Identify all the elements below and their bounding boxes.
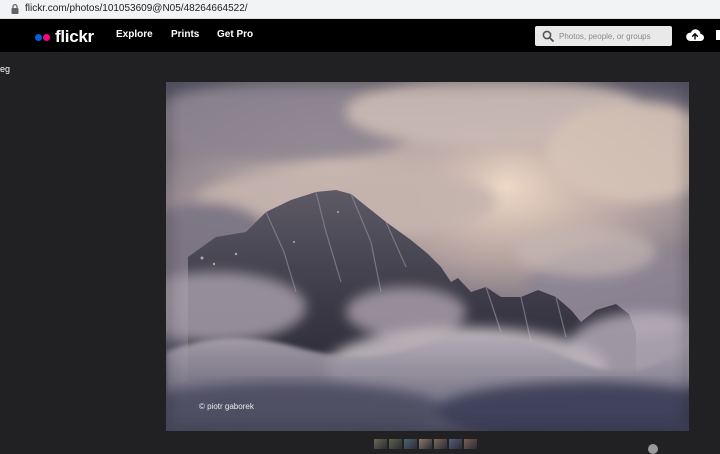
upload-cloud-icon[interactable] xyxy=(685,27,705,43)
logo-pink-dot xyxy=(43,33,50,41)
nav-overflow-item[interactable] xyxy=(716,30,720,40)
search-box[interactable] xyxy=(535,26,672,46)
nav-explore[interactable]: Explore xyxy=(116,29,153,40)
search-icon xyxy=(542,30,554,42)
filmstrip-thumb[interactable] xyxy=(419,439,432,449)
filmstrip-thumb[interactable] xyxy=(374,439,387,449)
filmstrip-thumb[interactable] xyxy=(404,439,417,449)
search-input[interactable] xyxy=(559,26,669,46)
url-text: flickr.com/photos/101053609@N05/48264664… xyxy=(25,3,248,14)
photo-filmstrip xyxy=(374,439,477,449)
main-photo[interactable]: © piotr gaborek xyxy=(166,82,689,431)
lock-icon xyxy=(11,4,19,14)
filmstrip-thumb[interactable] xyxy=(464,439,477,449)
photo-credit: © piotr gaborek xyxy=(199,402,254,411)
side-text: eg xyxy=(0,64,11,74)
photo-image xyxy=(166,82,689,431)
browser-address-bar[interactable]: flickr.com/photos/101053609@N05/48264664… xyxy=(0,0,720,19)
logo-text: flickr xyxy=(55,27,94,46)
filmstrip-thumb[interactable] xyxy=(449,439,462,449)
flickr-logo[interactable]: flickr xyxy=(35,27,94,47)
nav-get-pro[interactable]: Get Pro xyxy=(217,29,253,40)
more-button[interactable] xyxy=(648,444,658,454)
nav-prints[interactable]: Prints xyxy=(171,29,199,40)
logo-blue-dot xyxy=(35,33,42,41)
filmstrip-thumb[interactable] xyxy=(389,439,402,449)
filmstrip-thumb[interactable] xyxy=(434,439,447,449)
